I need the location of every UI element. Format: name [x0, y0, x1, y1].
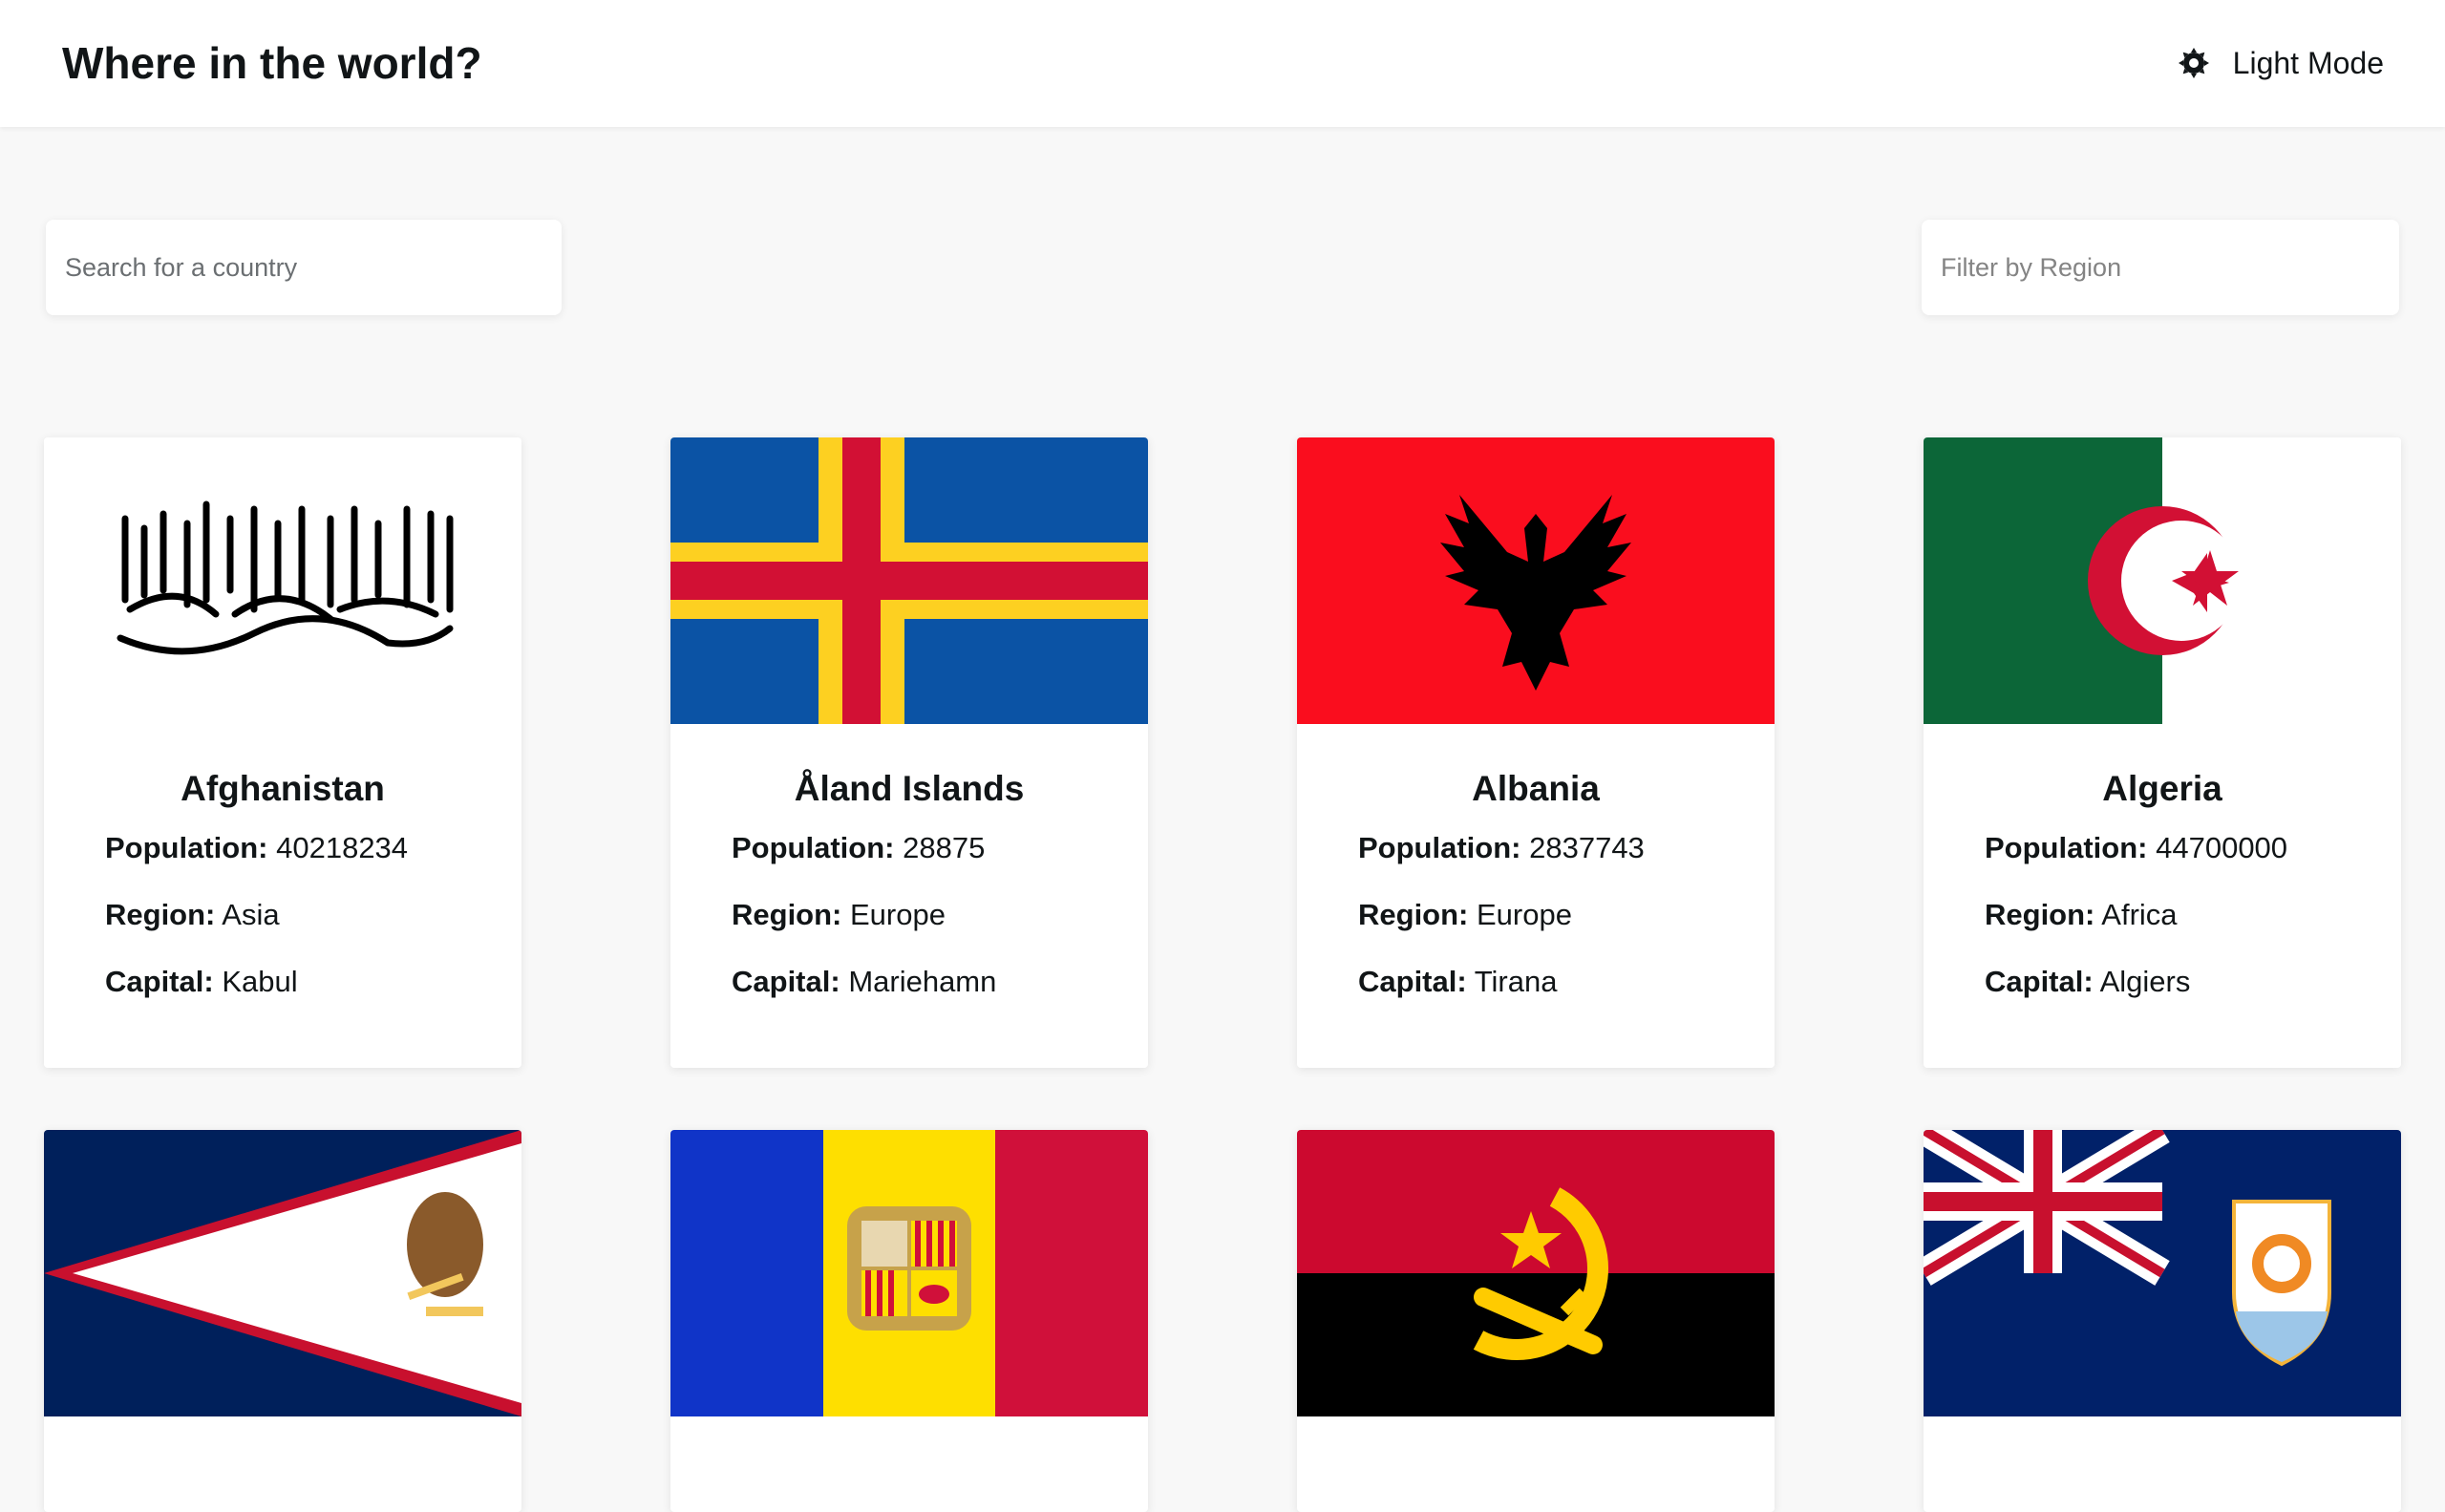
theme-toggle-button[interactable]: Light Mode: [2178, 42, 2384, 84]
population-row: Population: 2837743: [1358, 829, 1713, 867]
region-value: Africa: [2101, 898, 2178, 931]
region-filter-label: Filter by Region: [1941, 252, 2122, 282]
country-card-angola[interactable]: [1297, 1130, 1775, 1512]
aland-flag: [670, 437, 1148, 724]
population-label: Population:: [105, 831, 268, 864]
andorra-flag: [670, 1130, 1148, 1416]
capital-row: Capital: Mariehamn: [732, 963, 1087, 1001]
card-body: Åland Islands Population: 28875 Region: …: [670, 724, 1148, 1001]
country-card-afghanistan[interactable]: Afghanistan Population: 40218234 Region:…: [44, 437, 521, 1068]
region-filter-select[interactable]: Filter by Region: [1922, 220, 2399, 315]
country-name: Albania: [1472, 769, 1600, 808]
country-name: Afghanistan: [181, 769, 385, 808]
capital-row: Capital: Algiers: [1985, 963, 2340, 1001]
search-input[interactable]: [46, 220, 562, 315]
country-card-albania[interactable]: Albania Population: 2837743 Region: Euro…: [1297, 437, 1775, 1068]
country-card-algeria[interactable]: Algeria Population: 44700000 Region: Afr…: [1924, 437, 2401, 1068]
population-value: 40218234: [276, 831, 409, 864]
country-card-andorra[interactable]: [670, 1130, 1148, 1512]
population-row: Population: 28875: [732, 829, 1087, 867]
capital-label: Capital:: [732, 965, 840, 998]
region-value: Europe: [850, 898, 946, 931]
capital-label: Capital:: [105, 965, 214, 998]
population-value: 44700000: [2156, 831, 2288, 864]
capital-row: Capital: Kabul: [105, 963, 460, 1001]
top-bar: Where in the world? Light Mode: [0, 0, 2445, 127]
algeria-flag: [1924, 437, 2401, 724]
angola-flag: [1297, 1130, 1775, 1416]
population-value: 2837743: [1529, 831, 1645, 864]
capital-label: Capital:: [1985, 965, 2094, 998]
region-label: Region:: [105, 898, 216, 931]
app-title: Where in the world?: [62, 38, 482, 88]
region-value: Europe: [1477, 898, 1572, 931]
country-name: Algeria: [2102, 769, 2222, 808]
country-card-anguilla[interactable]: [1924, 1130, 2401, 1512]
card-body: Algeria Population: 44700000 Region: Afr…: [1924, 724, 2401, 1001]
capital-value: Tirana: [1474, 965, 1558, 998]
population-row: Population: 44700000: [1985, 829, 2340, 867]
card-body: Afghanistan Population: 40218234 Region:…: [44, 724, 521, 1001]
capital-value: Kabul: [222, 965, 298, 998]
country-name: Åland Islands: [794, 769, 1025, 808]
search-box: [46, 220, 562, 315]
card-body: Albania Population: 2837743 Region: Euro…: [1297, 724, 1775, 1001]
capital-label: Capital:: [1358, 965, 1467, 998]
capital-row: Capital: Tirana: [1358, 963, 1713, 1001]
region-row: Region: Asia: [105, 896, 460, 934]
population-label: Population:: [1358, 831, 1521, 864]
region-value: Asia: [222, 898, 280, 931]
population-value: 28875: [903, 831, 986, 864]
region-row: Region: Europe: [732, 896, 1087, 934]
albania-flag: [1297, 437, 1775, 724]
region-label: Region:: [1358, 898, 1469, 931]
population-row: Population: 40218234: [105, 829, 460, 867]
sun-gear-icon: [2178, 47, 2210, 79]
country-card-aland-islands[interactable]: Åland Islands Population: 28875 Region: …: [670, 437, 1148, 1068]
region-label: Region:: [1985, 898, 2095, 931]
country-card-american-samoa[interactable]: [44, 1130, 521, 1512]
population-label: Population:: [732, 831, 895, 864]
region-row: Region: Africa: [1985, 896, 2340, 934]
capital-value: Mariehamn: [848, 965, 997, 998]
population-label: Population:: [1985, 831, 2148, 864]
theme-toggle-label: Light Mode: [2232, 46, 2384, 80]
capital-value: Algiers: [2099, 965, 2191, 998]
anguilla-flag: [1924, 1130, 2401, 1416]
afghanistan-flag: [44, 437, 521, 724]
region-label: Region:: [732, 898, 842, 931]
region-row: Region: Europe: [1358, 896, 1713, 934]
american-samoa-flag: [44, 1130, 521, 1416]
